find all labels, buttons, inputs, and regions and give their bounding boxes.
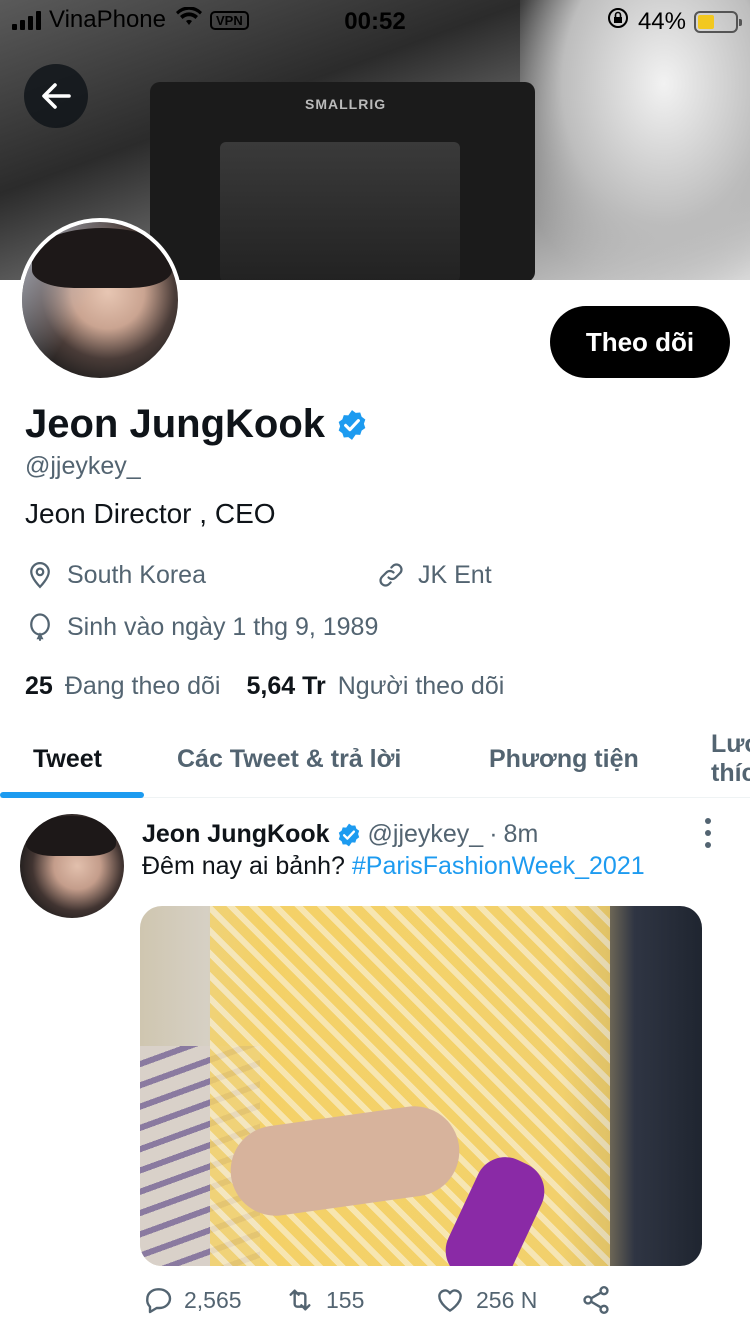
signal-icon: [12, 10, 41, 30]
tweet-header: Jeon JungKook @jjeykey_ · 8m: [142, 820, 538, 849]
following-label: Đang theo dõi: [64, 672, 221, 700]
tweet-avatar[interactable]: [20, 814, 124, 918]
tweet-separator: ·: [489, 820, 498, 848]
tab-likes[interactable]: Lượt thích: [711, 720, 750, 798]
followers-stat[interactable]: 5,64 Tr Người theo dõi: [247, 672, 505, 701]
tweet-timestamp[interactable]: 8m: [504, 820, 539, 849]
like-count: 256 N: [476, 1286, 538, 1313]
profile-stats: 25 Đang theo dõi 5,64 Tr Người theo dõi: [25, 672, 504, 701]
back-button[interactable]: [24, 64, 88, 128]
tab-media[interactable]: Phương tiện: [489, 720, 639, 798]
tweet-author-handle: @jjeykey_: [367, 820, 484, 848]
profile-avatar[interactable]: [18, 218, 182, 382]
status-right: 44%: [606, 6, 742, 37]
share-icon: [583, 1286, 609, 1314]
reply-icon: [146, 1288, 172, 1314]
birthday-label: Sinh vào ngày 1 thg 9, 1989: [67, 612, 379, 641]
balloon-icon: [30, 613, 50, 641]
followers-label: Người theo dõi: [337, 672, 505, 700]
following-stat[interactable]: 25 Đang theo dõi: [25, 672, 221, 701]
wifi-icon: [176, 6, 202, 33]
tweet-item[interactable]: Jeon JungKook @jjeykey_ · 8m Đêm nay ai …: [0, 800, 750, 1334]
banner-brand-text: SMALLRIG: [305, 96, 387, 112]
carrier-label: VinaPhone: [49, 6, 166, 33]
following-count: 25: [25, 672, 53, 700]
profile-handle: @jjeykey_: [25, 452, 141, 480]
profile-name: Jeon JungKook: [25, 402, 326, 446]
profile-bio: Jeon Director , CEO: [25, 498, 276, 529]
tab-tweets[interactable]: Tweet: [33, 720, 102, 798]
back-arrow-icon: [42, 83, 71, 109]
follow-button[interactable]: Theo dõi: [550, 306, 730, 378]
banner-monitor: SMALLRIG: [150, 82, 535, 280]
profile-birthday: Sinh vào ngày 1 thg 9, 1989: [25, 612, 378, 642]
battery-icon: [694, 10, 742, 33]
tweet-media-image[interactable]: [140, 906, 702, 1266]
orientation-lock-icon: [606, 6, 630, 37]
profile-location: South Korea: [25, 560, 206, 590]
reply-count: 2,565: [184, 1286, 242, 1313]
tweet-hashtag[interactable]: #ParisFashionWeek_2021: [352, 852, 645, 880]
link-icon: [379, 563, 403, 587]
location-icon: [30, 561, 50, 589]
retweet-count: 155: [326, 1286, 365, 1313]
vpn-badge: VPN: [210, 10, 249, 30]
website-label[interactable]: JK Ent: [418, 561, 492, 590]
profile-name-row: Jeon JungKook: [25, 402, 369, 447]
like-button[interactable]: 256 N: [434, 1284, 537, 1316]
battery-percent: 44%: [637, 7, 686, 35]
profile-tabs: Tweet Các Tweet & trả lời Phương tiện Lư…: [0, 720, 750, 798]
share-button[interactable]: [580, 1284, 612, 1316]
reply-button[interactable]: 2,565: [142, 1284, 242, 1316]
tweet-body: Đêm nay ai bảnh?: [142, 852, 345, 880]
tweet-actions: 2,565 155 256 N: [142, 1284, 622, 1318]
verified-icon: [338, 823, 359, 846]
banner-monitor-screen: [220, 142, 460, 280]
followers-count: 5,64 Tr: [246, 672, 326, 700]
active-tab-indicator: [0, 792, 144, 798]
retweet-icon: [289, 1289, 311, 1311]
tweet-text: Đêm nay ai bảnh? #ParisFashionWeek_2021: [142, 852, 645, 881]
tab-tweets-replies[interactable]: Các Tweet & trả lời: [177, 720, 401, 798]
more-icon[interactable]: [700, 818, 716, 848]
retweet-button[interactable]: 155: [284, 1284, 364, 1316]
tweet-author-name[interactable]: Jeon JungKook: [142, 820, 330, 849]
like-icon: [438, 1289, 462, 1312]
status-bar: VinaPhone VPN 00:52 44%: [0, 0, 750, 40]
profile-website[interactable]: JK Ent: [376, 560, 492, 590]
verified-icon: [338, 409, 366, 440]
banner-light: [520, 0, 750, 280]
location-label: South Korea: [67, 560, 206, 589]
